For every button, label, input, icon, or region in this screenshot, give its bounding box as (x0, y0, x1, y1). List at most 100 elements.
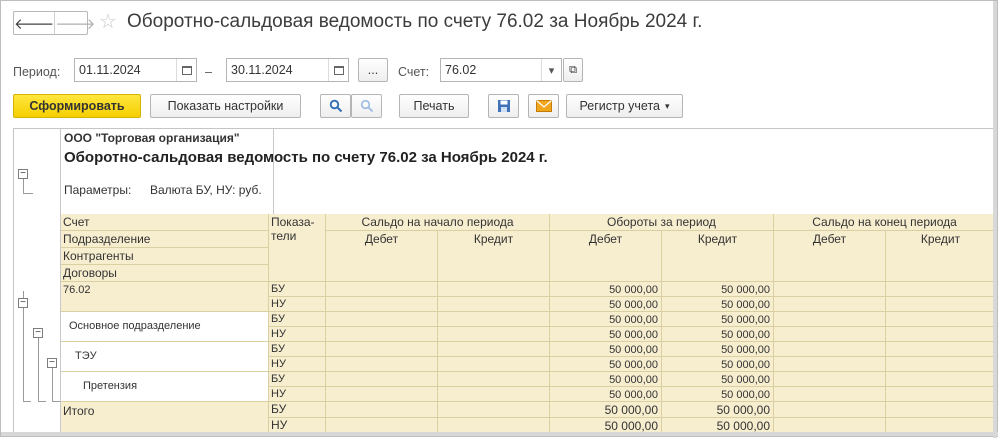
date-to-field[interactable]: 30.11.2024 (226, 58, 349, 82)
total-label: Итого (61, 402, 269, 433)
row-value (438, 282, 550, 297)
row-value: 50 000,00 (662, 312, 774, 327)
row-indicator: БУ (269, 342, 326, 357)
collapse-icon[interactable]: − (18, 298, 28, 308)
header-debit: Дебет (326, 231, 438, 282)
row-value: 50 000,00 (662, 387, 774, 402)
row-value: 50 000,00 (662, 372, 774, 387)
params-label: Параметры: (64, 183, 132, 197)
row-group-name: Претензия (61, 372, 269, 402)
row-value: 50 000,00 (550, 357, 662, 372)
favorite-star-icon[interactable]: ☆ (99, 10, 117, 34)
row-value (326, 282, 438, 297)
header-credit: Кредит (438, 231, 550, 282)
row-value (438, 357, 550, 372)
row-indicator: БУ (269, 312, 326, 327)
generate-button[interactable]: Сформировать (13, 94, 141, 118)
date-from-value: 01.11.2024 (79, 63, 141, 77)
report-sheet[interactable]: − − − − ООО "Торговая организация" Оборо… (13, 128, 995, 434)
account-label: Счет: (398, 65, 430, 79)
forward-arrow-icon[interactable]: 🡒 (54, 12, 95, 34)
header-dim: Счет (61, 214, 269, 231)
save-button[interactable] (488, 94, 519, 118)
search-icon (329, 99, 342, 113)
row-value (326, 312, 438, 327)
envelope-icon (535, 100, 552, 112)
search-button[interactable] (320, 94, 351, 118)
open-icon[interactable]: ⧉ (563, 58, 583, 82)
row-indicator: БУ (269, 372, 326, 387)
report-window: 🡐 🡒 ☆ Оборотно-сальдовая ведомость по сч… (0, 0, 998, 438)
row-value: 50 000,00 (550, 297, 662, 312)
period-dash: – (205, 65, 212, 79)
account-select[interactable]: 76.02 ▾ (440, 58, 562, 82)
collapse-icon[interactable]: − (47, 358, 57, 368)
row-value: 50 000,00 (662, 357, 774, 372)
frame-shadow (993, 1, 997, 438)
date-from-field[interactable]: 01.11.2024 (74, 58, 197, 82)
page-title: Оборотно-сальдовая ведомость по счету 76… (127, 11, 703, 32)
row-value: 50 000,00 (662, 342, 774, 357)
grouping-tree: − − − − (14, 129, 61, 433)
row-group-name: ТЭУ (61, 342, 269, 372)
total-value: 50 000,00 (662, 402, 774, 418)
row-value (774, 357, 886, 372)
row-value: 50 000,00 (550, 312, 662, 327)
header-dim: Договоры (61, 265, 269, 282)
row-value: 50 000,00 (550, 327, 662, 342)
row-value (886, 387, 994, 402)
collapse-icon[interactable]: − (18, 169, 28, 179)
period-label: Период: (13, 65, 61, 79)
org-name: ООО "Торговая организация" (64, 131, 240, 145)
row-value (326, 372, 438, 387)
row-indicator: НУ (269, 327, 326, 342)
save-icon (497, 100, 510, 112)
print-button[interactable]: Печать (399, 94, 469, 118)
back-arrow-icon[interactable]: 🡐 (14, 12, 54, 34)
row-group-name: 76.02 (61, 282, 269, 312)
calendar-icon[interactable] (328, 59, 348, 81)
row-value (774, 297, 886, 312)
choose-period-button[interactable]: ... (358, 58, 388, 82)
show-settings-button[interactable]: Показать настройки (150, 94, 301, 118)
cancel-search-icon (360, 99, 373, 113)
row-value (886, 342, 994, 357)
header-dim: Контрагенты (61, 248, 269, 265)
row-value (774, 327, 886, 342)
header-opening: Сальдо на начало периода (326, 214, 550, 231)
row-value (326, 327, 438, 342)
total-value: 50 000,00 (550, 402, 662, 418)
account-value: 76.02 (445, 63, 477, 77)
row-value (438, 342, 550, 357)
row-indicator: НУ (269, 297, 326, 312)
date-to-value: 30.11.2024 (231, 63, 293, 77)
row-value (886, 312, 994, 327)
email-button[interactable] (528, 94, 559, 118)
row-value (438, 372, 550, 387)
register-menu-button[interactable]: Регистр учета ▾ (566, 94, 683, 118)
header-credit: Кредит (886, 231, 994, 282)
collapse-icon[interactable]: − (33, 328, 43, 338)
row-value: 50 000,00 (550, 282, 662, 297)
history-nav: 🡐 🡒 (13, 11, 95, 35)
calendar-icon[interactable] (176, 59, 196, 81)
row-value (774, 342, 886, 357)
chevron-down-icon: ▾ (665, 100, 670, 111)
total-value (774, 402, 886, 418)
total-value (886, 402, 994, 418)
row-value (438, 312, 550, 327)
cancel-search-button[interactable] (351, 94, 382, 118)
row-value (438, 387, 550, 402)
header-debit: Дебет (550, 231, 662, 282)
row-value (326, 297, 438, 312)
row-value: 50 000,00 (550, 372, 662, 387)
params-value: Валюта БУ, НУ: руб. (150, 183, 262, 197)
total-value (326, 402, 438, 418)
header-dim: Подразделение (61, 231, 269, 248)
row-value (326, 387, 438, 402)
chevron-down-icon[interactable]: ▾ (541, 59, 561, 81)
frame-shadow (1, 432, 998, 436)
row-value: 50 000,00 (662, 282, 774, 297)
row-indicator: БУ (269, 282, 326, 297)
row-value: 50 000,00 (662, 327, 774, 342)
